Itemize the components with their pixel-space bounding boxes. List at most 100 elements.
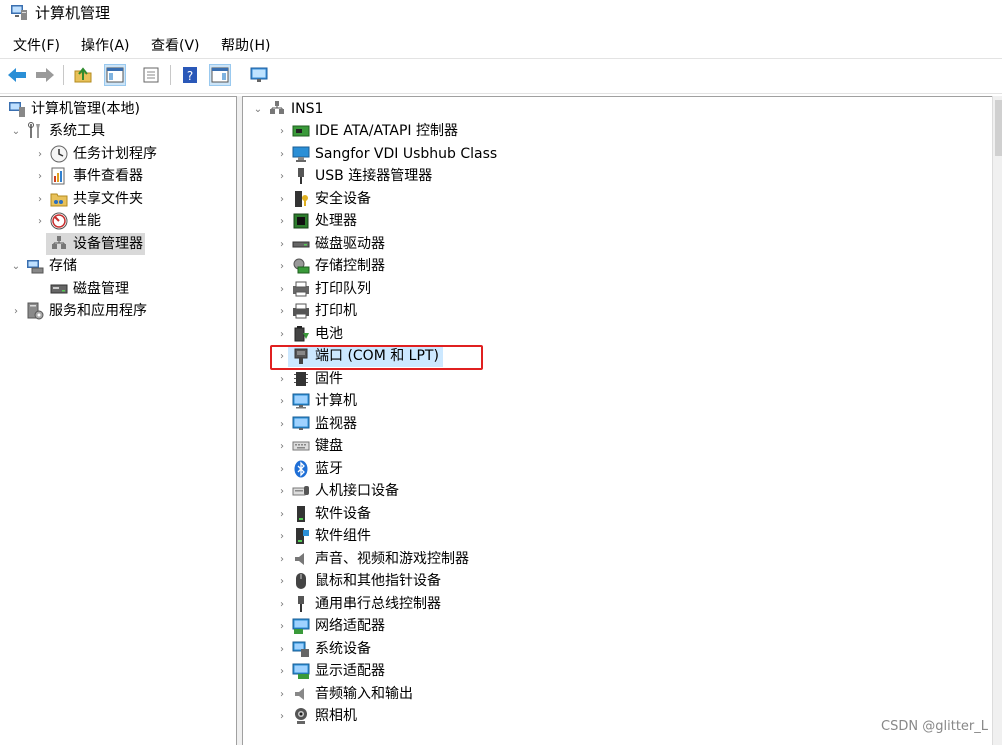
help-icon[interactable]: ? xyxy=(179,64,201,86)
menu-view[interactable]: 查看(V) xyxy=(151,35,200,55)
menu-file[interactable]: 文件(F) xyxy=(13,35,60,55)
vertical-scrollbar[interactable] xyxy=(992,96,1002,745)
chevron-right-icon[interactable]: › xyxy=(276,210,288,232)
chevron-right-icon[interactable]: › xyxy=(276,548,288,570)
tree-node-task-scheduler[interactable]: › 任务计划程序 xyxy=(34,143,157,165)
software-component-icon xyxy=(292,527,310,545)
chevron-right-icon[interactable]: › xyxy=(276,458,288,480)
device-category-security[interactable]: › 安全设备 xyxy=(276,188,371,210)
network-adapter-icon xyxy=(292,617,310,635)
chevron-right-icon[interactable]: › xyxy=(276,120,288,142)
processor-icon xyxy=(292,212,310,230)
device-category-ide-ata[interactable]: › IDE ATA/ATAPI 控制器 xyxy=(276,120,458,142)
chevron-right-icon[interactable]: › xyxy=(276,638,288,660)
properties-icon[interactable] xyxy=(140,64,162,86)
monitor-icon[interactable] xyxy=(248,64,270,86)
chevron-right-icon[interactable]: › xyxy=(276,413,288,435)
chevron-right-icon[interactable]: › xyxy=(10,300,22,322)
chevron-right-icon[interactable]: › xyxy=(276,368,288,390)
device-category-sangfor-usbhub[interactable]: › Sangfor VDI Usbhub Class xyxy=(276,143,497,165)
device-category-batteries[interactable]: › 电池 xyxy=(276,323,343,345)
chevron-right-icon[interactable]: › xyxy=(34,210,46,232)
tree-node-system-tools[interactable]: ⌄ 系统工具 xyxy=(10,120,105,142)
device-manager-icon xyxy=(50,235,68,253)
back-icon[interactable] xyxy=(6,64,28,86)
chevron-down-icon[interactable]: ⌄ xyxy=(252,98,264,120)
chevron-right-icon[interactable]: › xyxy=(276,570,288,592)
menu-action[interactable]: 操作(A) xyxy=(81,35,130,55)
chevron-right-icon[interactable]: › xyxy=(276,503,288,525)
chevron-right-icon[interactable]: › xyxy=(276,660,288,682)
device-category-keyboards[interactable]: › 键盘 xyxy=(276,435,343,457)
device-category-disk-drives[interactable]: › 磁盘驱动器 xyxy=(276,233,385,255)
security-device-icon xyxy=(292,190,310,208)
device-category-sound-video[interactable]: › 声音、视频和游戏控制器 xyxy=(276,548,469,570)
device-category-usb-controllers[interactable]: › 通用串行总线控制器 xyxy=(276,593,441,615)
display-adapter-icon xyxy=(292,662,310,680)
show-action-pane-icon[interactable] xyxy=(209,64,231,86)
device-category-software-devices[interactable]: › 软件设备 xyxy=(276,503,371,525)
chevron-right-icon[interactable]: › xyxy=(276,615,288,637)
device-category-usb-connector[interactable]: › USB 连接器管理器 xyxy=(276,165,432,187)
annotation-highlight-box xyxy=(270,345,483,370)
device-category-software-components[interactable]: › 软件组件 xyxy=(276,525,371,547)
computer-tree-icon xyxy=(268,100,286,118)
chevron-right-icon[interactable]: › xyxy=(276,278,288,300)
chevron-right-icon[interactable]: › xyxy=(276,300,288,322)
device-tree-root[interactable]: ⌄ INS1 xyxy=(252,98,323,120)
chevron-down-icon[interactable]: ⌄ xyxy=(10,120,22,142)
chevron-right-icon[interactable]: › xyxy=(276,390,288,412)
selected-item: 设备管理器 xyxy=(46,233,145,255)
chevron-right-icon[interactable]: › xyxy=(34,188,46,210)
forward-icon[interactable] xyxy=(34,64,56,86)
device-category-printers[interactable]: › 打印机 xyxy=(276,300,357,322)
tree-node-performance[interactable]: › 性能 xyxy=(34,210,101,232)
device-category-firmware[interactable]: › 固件 xyxy=(276,368,343,390)
chevron-right-icon[interactable]: › xyxy=(276,323,288,345)
device-category-processor[interactable]: › 处理器 xyxy=(276,210,357,232)
tree-node-shared-folders[interactable]: › 共享文件夹 xyxy=(34,188,143,210)
tree-node-storage[interactable]: ⌄ 存储 xyxy=(10,255,77,277)
device-category-storage-controllers[interactable]: › 存储控制器 xyxy=(276,255,385,277)
device-category-bluetooth[interactable]: › 蓝牙 xyxy=(276,458,343,480)
chevron-right-icon[interactable]: › xyxy=(276,705,288,727)
chevron-right-icon[interactable]: › xyxy=(34,143,46,165)
toolbar: ? xyxy=(0,58,1002,94)
toolbar-separator xyxy=(63,65,64,85)
tree-node-services-apps[interactable]: › 服务和应用程序 xyxy=(10,300,147,322)
device-category-hid[interactable]: › 人机接口设备 xyxy=(276,480,399,502)
show-hide-console-tree-icon[interactable] xyxy=(104,64,126,86)
tree-node-event-viewer[interactable]: › 事件查看器 xyxy=(34,165,143,187)
audio-io-icon xyxy=(292,685,310,703)
device-category-monitors[interactable]: › 监视器 xyxy=(276,413,357,435)
tree-node-device-manager[interactable]: 设备管理器 xyxy=(34,233,145,255)
chevron-right-icon[interactable]: › xyxy=(34,165,46,187)
chevron-right-icon[interactable]: › xyxy=(276,480,288,502)
chevron-right-icon[interactable]: › xyxy=(276,188,288,210)
device-category-mice[interactable]: › 鼠标和其他指针设备 xyxy=(276,570,441,592)
menu-help[interactable]: 帮助(H) xyxy=(221,35,270,55)
chevron-right-icon[interactable]: › xyxy=(276,683,288,705)
chevron-down-icon[interactable]: ⌄ xyxy=(10,255,22,277)
usb-connector-icon xyxy=(292,167,310,185)
disk-drive-icon xyxy=(292,235,310,253)
scrollbar-thumb[interactable] xyxy=(995,100,1002,156)
device-category-cameras[interactable]: › 照相机 xyxy=(276,705,357,727)
tools-icon xyxy=(26,122,44,140)
device-category-computer[interactable]: › 计算机 xyxy=(276,390,357,412)
chevron-right-icon[interactable]: › xyxy=(276,165,288,187)
device-category-display-adapters[interactable]: › 显示适配器 xyxy=(276,660,385,682)
tree-node-disk-management[interactable]: 磁盘管理 xyxy=(34,278,129,300)
device-category-audio-io[interactable]: › 音频输入和输出 xyxy=(276,683,413,705)
chevron-right-icon[interactable]: › xyxy=(276,593,288,615)
tree-node-computer-management[interactable]: 计算机管理(本地) xyxy=(8,98,140,120)
chevron-right-icon[interactable]: › xyxy=(276,233,288,255)
chevron-right-icon[interactable]: › xyxy=(276,143,288,165)
up-folder-icon[interactable] xyxy=(72,64,94,86)
device-category-network-adapters[interactable]: › 网络适配器 xyxy=(276,615,385,637)
chevron-right-icon[interactable]: › xyxy=(276,525,288,547)
chevron-right-icon[interactable]: › xyxy=(276,435,288,457)
device-category-system-devices[interactable]: › 系统设备 xyxy=(276,638,371,660)
device-category-print-queues[interactable]: › 打印队列 xyxy=(276,278,371,300)
chevron-right-icon[interactable]: › xyxy=(276,255,288,277)
